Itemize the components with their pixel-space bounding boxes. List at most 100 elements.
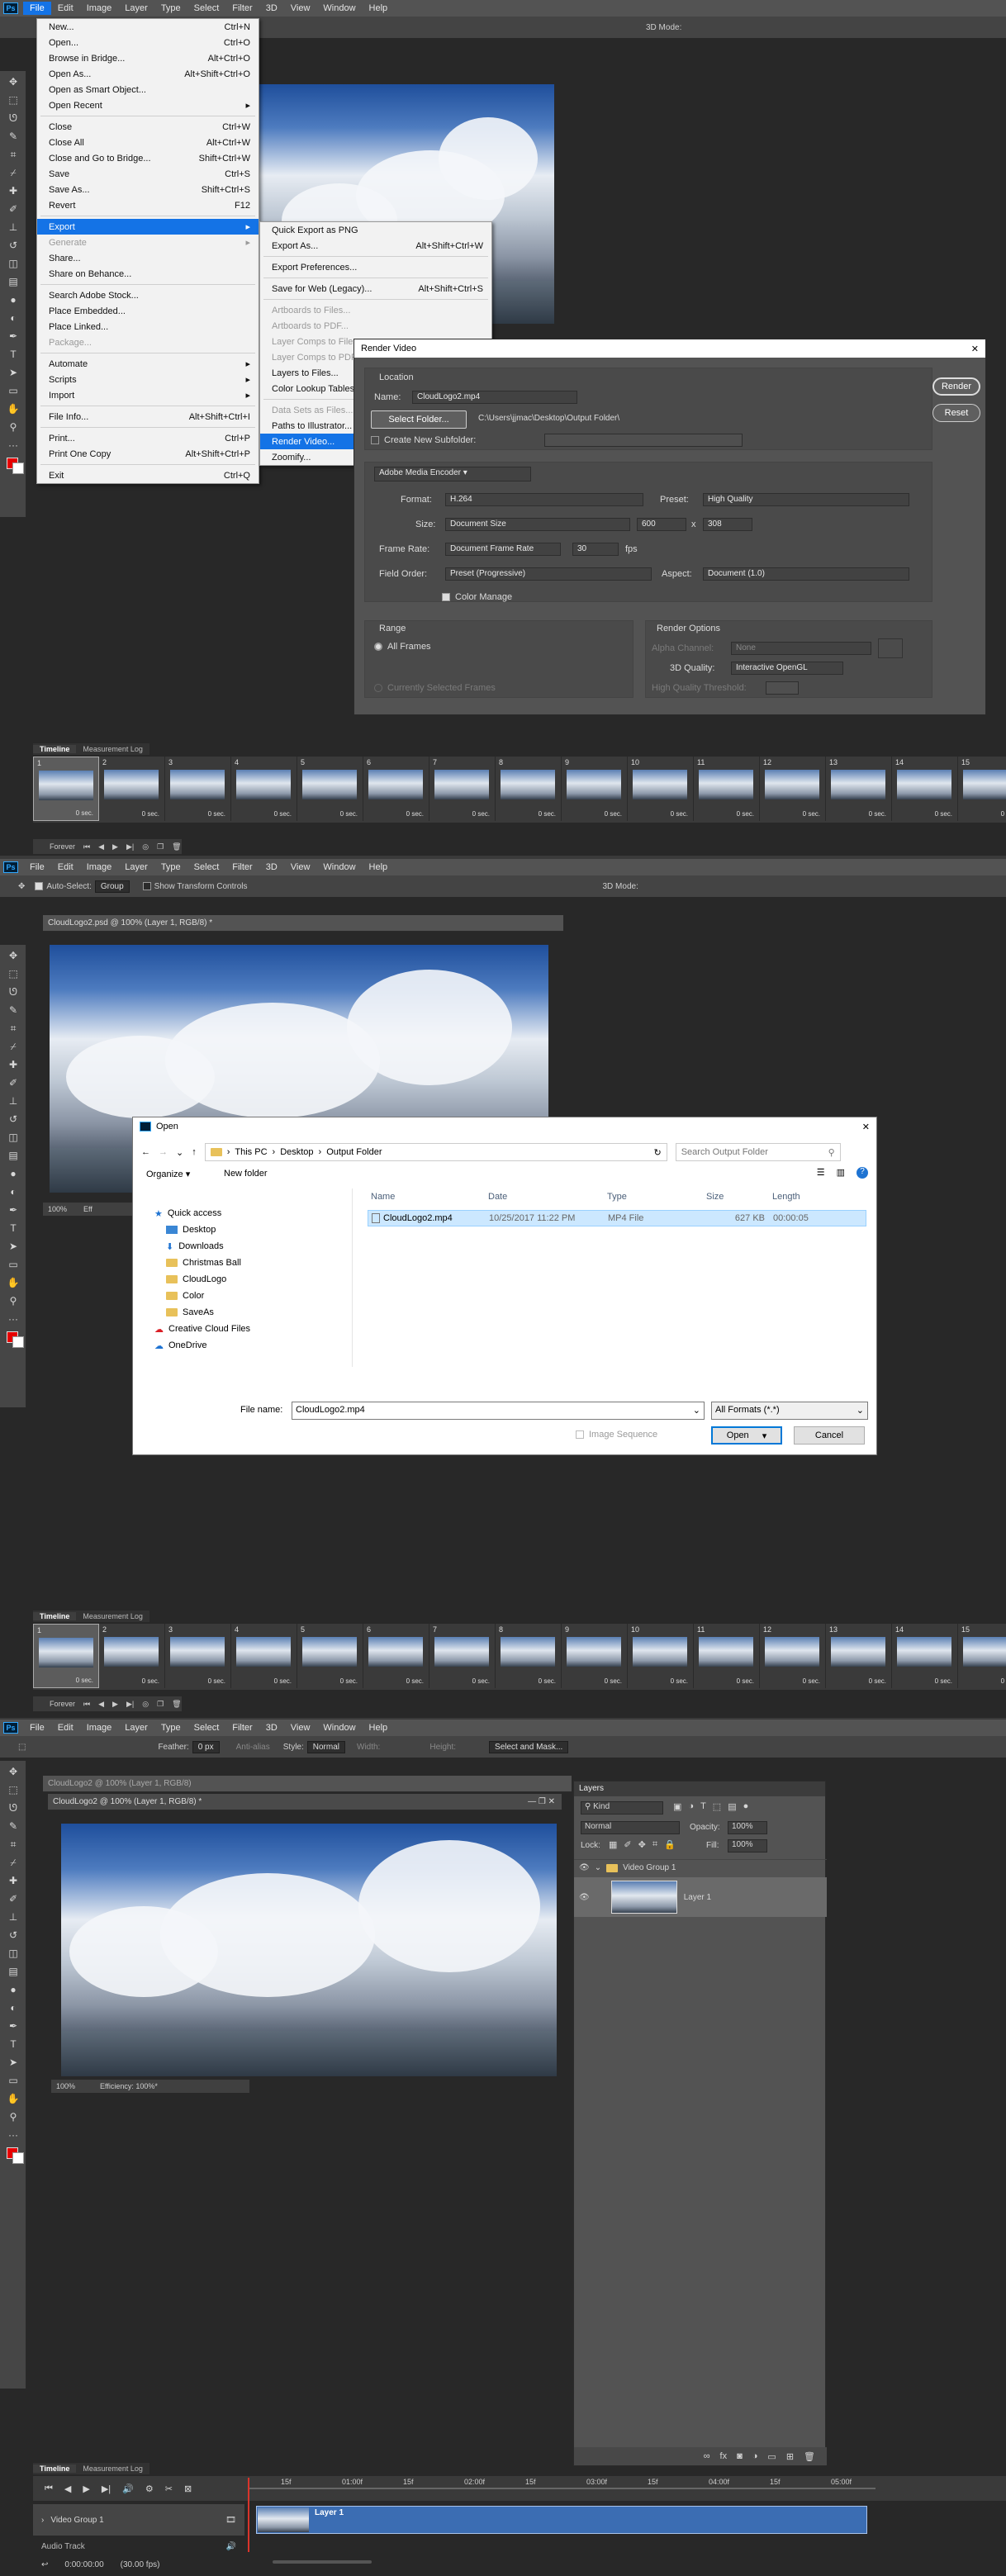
lasso-tool-icon[interactable]: ᘎ xyxy=(5,984,21,999)
nav-onedrive[interactable]: ☁ OneDrive xyxy=(141,1337,352,1354)
kind-filter[interactable]: ⚲ Kind xyxy=(581,1801,663,1815)
type-filter-icon[interactable]: T xyxy=(700,1801,706,1812)
marquee-option-icon[interactable]: ⬚ xyxy=(18,1743,26,1752)
dodge-tool-icon[interactable]: ◐ xyxy=(5,311,21,325)
quick-select-tool-icon[interactable]: ✎ xyxy=(5,1003,21,1018)
gradient-tool-icon[interactable]: ▤ xyxy=(5,274,21,289)
delete-frame-icon[interactable]: 🗑 xyxy=(172,1700,181,1709)
prev-frame-icon[interactable]: ◀ xyxy=(98,1700,104,1709)
chevron-down-icon[interactable]: ⌄ xyxy=(595,1863,601,1872)
col-size[interactable]: Size xyxy=(706,1192,772,1207)
link-icon[interactable]: ∞ xyxy=(704,2451,710,2461)
alpha-select[interactable]: None xyxy=(731,642,871,655)
move-tool-icon[interactable]: ✥ xyxy=(5,1764,21,1779)
zoom-tool-icon[interactable]: ⚲ xyxy=(5,2109,21,2124)
frame-duration[interactable]: 0 sec. xyxy=(340,1677,358,1685)
first-frame-icon[interactable]: ⏮ xyxy=(83,1700,90,1709)
menu-image[interactable]: Image xyxy=(80,1721,119,1734)
menu-help[interactable]: Help xyxy=(363,861,395,874)
export_menu-item[interactable]: Save for Web (Legacy)... Alt+Shift+Ctrl+S xyxy=(260,281,491,297)
window-controls-icon[interactable]: — ❐ ✕ xyxy=(528,1797,555,1806)
file_menu-item[interactable]: Browse in Bridge... Alt+Ctrl+O xyxy=(37,50,259,66)
crumb-desktop[interactable]: Desktop xyxy=(280,1147,313,1157)
crop-tool-icon[interactable]: ⌗ xyxy=(5,147,21,162)
file_menu-item[interactable]: Print... Ctrl+P xyxy=(37,430,259,446)
width-field[interactable]: 600 xyxy=(637,518,686,531)
export_menu-item[interactable]: Artboards to Files... xyxy=(260,302,491,318)
lasso-tool-icon[interactable]: ᘎ xyxy=(5,1800,21,1815)
file_menu-item[interactable]: Open... Ctrl+O xyxy=(37,35,259,50)
layer-group-row[interactable]: 👁 ⌄ Video Group 1 xyxy=(574,1859,827,1876)
frame-duration[interactable]: 0 sec. xyxy=(539,810,556,818)
hand-tool-icon[interactable]: ✋ xyxy=(5,2091,21,2106)
animation-frame[interactable]: 11 0 sec. xyxy=(694,1624,760,1688)
export_menu-item[interactable]: Export As... Alt+Shift+Ctrl+W xyxy=(260,238,491,254)
stamp-tool-icon[interactable]: ⊥ xyxy=(5,1093,21,1108)
frame-duration[interactable]: 0 sec. xyxy=(406,1677,424,1685)
export_menu-item[interactable]: Export Preferences... xyxy=(260,259,491,275)
preview-pane-icon[interactable]: ▥ xyxy=(837,1167,845,1179)
animation-frame[interactable]: 12 0 sec. xyxy=(760,757,826,821)
split-icon[interactable]: ✂ xyxy=(165,2483,173,2494)
transition-icon[interactable]: ⊠ xyxy=(184,2483,192,2494)
file_menu-item[interactable]: Package... xyxy=(37,334,259,350)
path-select-icon[interactable]: ➤ xyxy=(5,1239,21,1254)
nav-downloads[interactable]: ⬇ Downloads xyxy=(141,1238,352,1255)
file-name-input[interactable]: CloudLogo2.mp4 ⌄ xyxy=(292,1402,705,1420)
pixel-filter-icon[interactable]: ▣ xyxy=(673,1801,681,1812)
menu-select[interactable]: Select xyxy=(187,2,226,15)
animation-frame[interactable]: 10 0 sec. xyxy=(628,1624,694,1688)
nav-creative-cloud[interactable]: ☁ Creative Cloud Files xyxy=(141,1321,352,1337)
frame-duration[interactable]: 0 sec. xyxy=(803,1677,820,1685)
opacity-input[interactable]: 100% xyxy=(728,1821,767,1834)
animation-frame[interactable]: 3 0 sec. xyxy=(165,757,231,821)
animation-frame[interactable]: 2 0 sec. xyxy=(99,1624,165,1688)
file_menu-item[interactable]: Open Recent ▸ xyxy=(37,97,259,113)
menu-3d[interactable]: 3D xyxy=(259,2,284,15)
stamp-tool-icon[interactable]: ⊥ xyxy=(5,220,21,235)
file_menu-item[interactable]: Close and Go to Bridge... Shift+Ctrl+W xyxy=(37,150,259,166)
menu-view[interactable]: View xyxy=(284,861,317,874)
adjustment-filter-icon[interactable]: ◑ xyxy=(688,1801,694,1812)
lasso-tool-icon[interactable]: ᘎ xyxy=(5,111,21,126)
fx-icon[interactable]: fx xyxy=(720,2451,728,2461)
audio-icon[interactable]: 🔊 xyxy=(122,2483,134,2494)
breadcrumb[interactable]: › This PC › Desktop › Output Folder ↻ xyxy=(204,1143,667,1161)
eraser-tool-icon[interactable]: ◫ xyxy=(5,256,21,271)
animation-frame[interactable]: 4 0 sec. xyxy=(231,1624,297,1688)
eye-icon[interactable]: 👁 xyxy=(579,1863,590,1872)
new-folder-button[interactable]: New folder xyxy=(224,1169,268,1179)
animation-frame[interactable]: 10 0 sec. xyxy=(628,757,694,821)
animation-frame[interactable]: 14 0 sec. xyxy=(892,757,958,821)
frame-duration[interactable]: 0 sec. xyxy=(76,1677,93,1684)
animation-frame[interactable]: 9 0 sec. xyxy=(562,1624,628,1688)
shape-tool-icon[interactable]: ▭ xyxy=(5,383,21,398)
menu-select[interactable]: Select xyxy=(187,861,226,874)
close-icon[interactable]: ✕ xyxy=(971,344,979,354)
height-field[interactable]: 308 xyxy=(703,518,752,531)
menu-window[interactable]: Window xyxy=(316,2,362,15)
quick-select-tool-icon[interactable]: ✎ xyxy=(5,129,21,144)
blur-tool-icon[interactable]: ● xyxy=(5,1982,21,1997)
measurement-log-tab[interactable]: Measurement Log xyxy=(76,1612,149,1620)
shape-tool-icon[interactable]: ▭ xyxy=(5,1257,21,1272)
render-button[interactable]: Render xyxy=(932,377,980,396)
animation-frame[interactable]: 15 0 sec. xyxy=(958,1624,1006,1688)
background-color-swatch[interactable] xyxy=(12,1336,24,1348)
animation-frame[interactable]: 1 0 sec. xyxy=(33,757,99,821)
menu-image[interactable]: Image xyxy=(80,861,119,874)
file_menu-item[interactable]: Share on Behance... xyxy=(37,266,259,282)
type-tool-icon[interactable]: T xyxy=(5,1221,21,1236)
animation-frame[interactable]: 6 0 sec. xyxy=(363,757,429,821)
history-brush-icon[interactable]: ↺ xyxy=(5,238,21,253)
col-length[interactable]: Length xyxy=(772,1192,838,1207)
layers-tab[interactable]: Layers xyxy=(574,1781,825,1796)
gradient-tool-icon[interactable]: ▤ xyxy=(5,1148,21,1163)
refresh-icon[interactable]: ↻ xyxy=(654,1147,662,1158)
stamp-tool-icon[interactable]: ⊥ xyxy=(5,1909,21,1924)
frame-duration[interactable]: 0 sec. xyxy=(671,810,688,818)
menu-3d[interactable]: 3D xyxy=(259,861,284,874)
mask-icon[interactable]: ◙ xyxy=(737,2451,743,2461)
brush-tool-icon[interactable]: ✐ xyxy=(5,1891,21,1906)
lock-transparent-icon[interactable]: ▦ xyxy=(609,1839,617,1850)
